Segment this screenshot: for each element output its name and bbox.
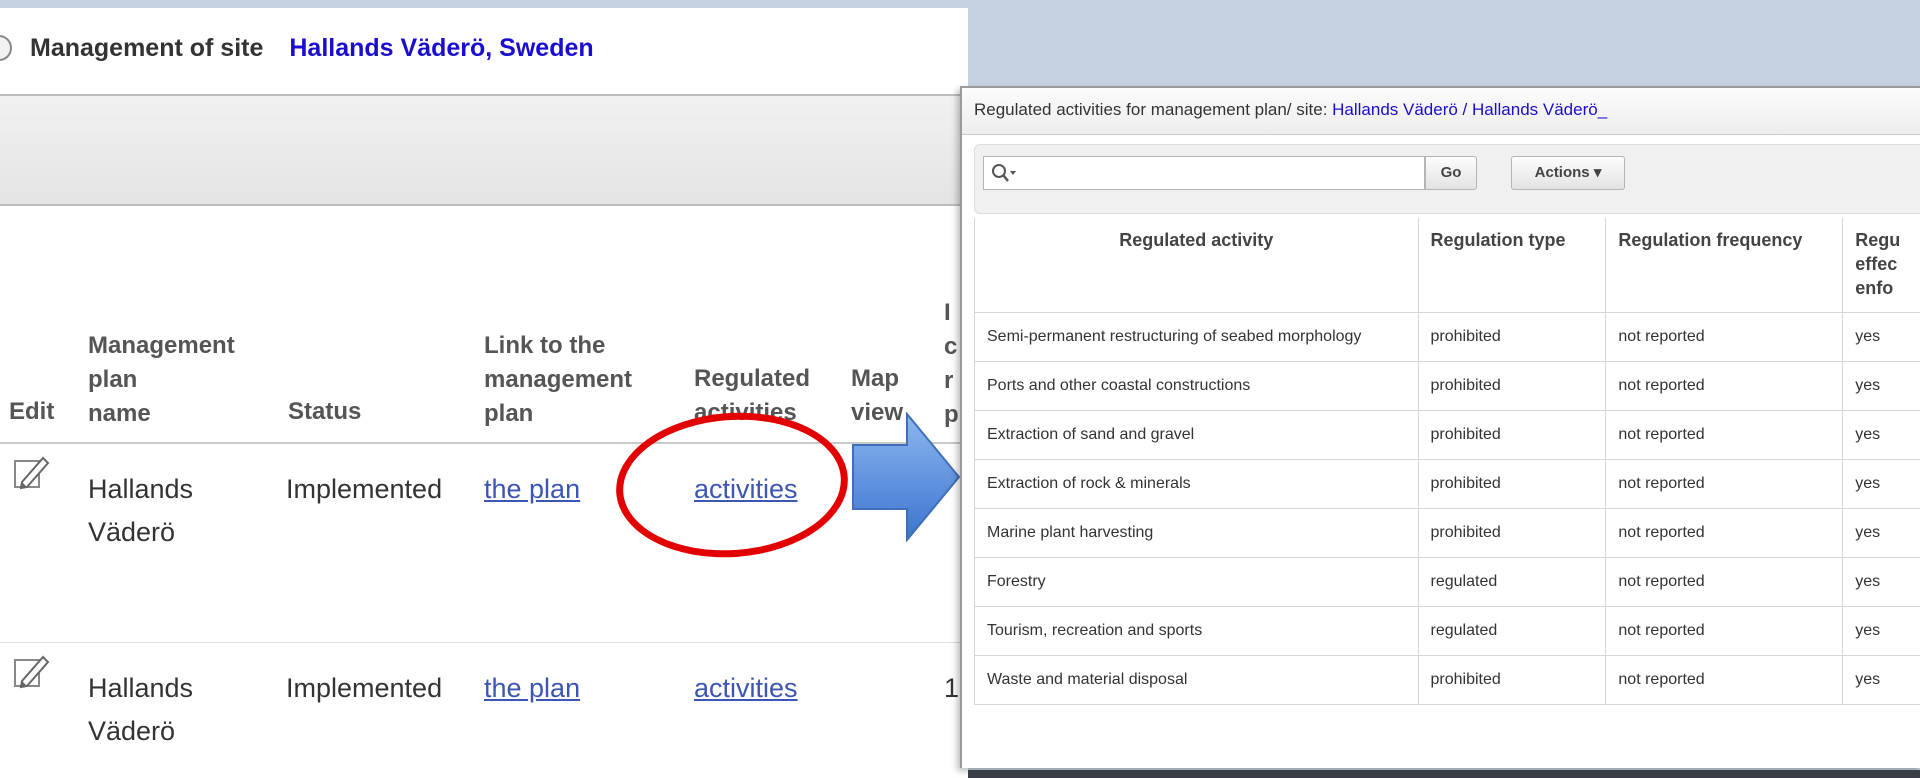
edit-icon[interactable] xyxy=(12,651,52,691)
plan-name-cell: Hallands Väderö xyxy=(88,673,194,746)
type-cell: prohibited xyxy=(1417,507,1607,558)
frequency-cell: not reported xyxy=(1605,654,1844,705)
dialog-title: Regulated activities for management plan… xyxy=(962,88,1920,135)
activity-cell: Ports and other coastal constructions xyxy=(974,361,1419,411)
table-row[interactable]: Extraction of rock & minerals prohibited… xyxy=(974,458,1920,509)
table-row[interactable]: Tourism, recreation and sports regulated… xyxy=(974,605,1920,656)
activity-cell: Waste and material disposal xyxy=(974,654,1419,705)
plan-link[interactable]: the plan xyxy=(484,667,580,710)
column-header[interactable]: Regulation type xyxy=(1417,218,1607,313)
type-cell: prohibited xyxy=(1417,654,1607,705)
header-plan-name: Management plan name xyxy=(88,332,235,427)
frequency-cell: not reported xyxy=(1605,458,1844,509)
activity-cell: Semi-permanent restructuring of seabed m… xyxy=(974,312,1419,362)
column-header[interactable]: Regulated activity xyxy=(974,218,1419,313)
column-header[interactable]: Regulation frequency xyxy=(1605,218,1844,313)
enforced-cell: yes xyxy=(1842,361,1920,411)
regulated-activities-dialog: Regulated activities for management plan… xyxy=(960,86,1920,768)
activity-cell: Extraction of sand and gravel xyxy=(974,409,1419,460)
site-header-label: Management of site xyxy=(30,33,264,62)
type-cell: prohibited xyxy=(1417,458,1607,509)
search-icon[interactable] xyxy=(990,162,1018,184)
taskbar-strip xyxy=(968,770,1920,778)
activity-cell: Tourism, recreation and sports xyxy=(974,605,1419,656)
status-cell: Implemented xyxy=(286,474,443,504)
search-input[interactable] xyxy=(1020,159,1420,189)
table-row[interactable]: Waste and material disposal prohibited n… xyxy=(974,654,1920,705)
enforced-cell: yes xyxy=(1842,507,1920,558)
type-cell: prohibited xyxy=(1417,409,1607,460)
enforced-cell: yes xyxy=(1842,312,1920,362)
edit-icon[interactable] xyxy=(12,452,52,492)
radio-icon[interactable] xyxy=(0,35,12,61)
type-cell: regulated xyxy=(1417,605,1607,656)
activity-cell: Marine plant harvesting xyxy=(974,507,1419,558)
frequency-cell: not reported xyxy=(1605,409,1844,460)
regulated-activities-table: Regulated activity Regulation type Regul… xyxy=(974,218,1920,705)
enforced-cell: yes xyxy=(1842,556,1920,607)
frequency-cell: not reported xyxy=(1605,312,1844,362)
actions-button[interactable]: Actions ▾ xyxy=(1511,156,1625,190)
activity-cell: Forestry xyxy=(974,556,1419,607)
search-box[interactable] xyxy=(983,156,1425,190)
enforced-cell: yes xyxy=(1842,458,1920,509)
table-row[interactable]: Forestry regulated not reported yes xyxy=(974,556,1920,607)
enforced-cell: yes xyxy=(1842,605,1920,656)
type-cell: regulated xyxy=(1417,556,1607,607)
site-header: Management of site Hallands Väderö, Swed… xyxy=(0,28,594,68)
row-divider xyxy=(0,642,968,643)
frequency-cell: not reported xyxy=(1605,605,1844,656)
dialog-toolbar: Go Actions ▾ xyxy=(974,144,1920,214)
table-row[interactable]: Ports and other coastal constructions pr… xyxy=(974,361,1920,411)
table-header-row: Regulated activity Regulation type Regul… xyxy=(974,218,1920,313)
table-row[interactable]: Semi-permanent restructuring of seabed m… xyxy=(974,312,1920,362)
enforced-cell: yes xyxy=(1842,654,1920,705)
activity-cell: Extraction of rock & minerals xyxy=(974,458,1419,509)
plan-link[interactable]: the plan xyxy=(484,468,580,511)
type-cell: prohibited xyxy=(1417,361,1607,411)
dialog-title-site: Hallands Väderö / Hallands Väderö_ xyxy=(1332,100,1608,119)
table-row[interactable]: Marine plant harvesting prohibited not r… xyxy=(974,507,1920,558)
highlight-ellipse xyxy=(611,405,853,565)
header-status: Status xyxy=(288,398,362,425)
plan-name-cell: Hallands Väderö xyxy=(88,474,194,547)
management-panel: Management of site Hallands Väderö, Swed… xyxy=(0,8,968,778)
frequency-cell: not reported xyxy=(1605,361,1844,411)
table-row[interactable]: Extraction of sand and gravel prohibited… xyxy=(974,409,1920,460)
header-link: Link to the management plan xyxy=(484,332,633,427)
go-button[interactable]: Go xyxy=(1425,156,1477,190)
header-edit: Edit xyxy=(9,398,55,425)
site-header-name: Hallands Väderö, Sweden xyxy=(289,33,594,62)
frequency-cell: not reported xyxy=(1605,507,1844,558)
partial-cell: 1 xyxy=(944,673,960,703)
activities-link[interactable]: activities xyxy=(694,667,798,710)
status-cell: Implemented xyxy=(286,673,443,703)
enforced-cell: yes xyxy=(1842,409,1920,460)
type-cell: prohibited xyxy=(1417,312,1607,362)
frequency-cell: not reported xyxy=(1605,556,1844,607)
arrow-right-icon xyxy=(852,412,961,542)
toolbar-band xyxy=(0,94,968,206)
column-header[interactable]: Regu effec enfo xyxy=(1842,218,1920,313)
